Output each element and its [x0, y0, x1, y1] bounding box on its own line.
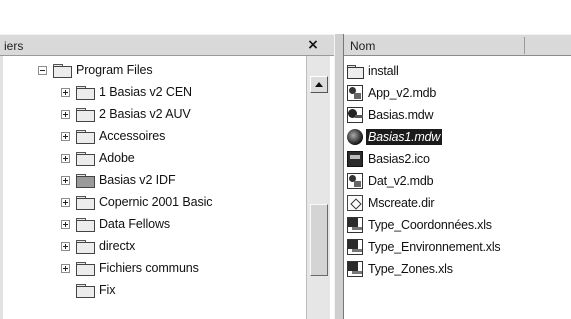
- file-item-label: Type_Environnement.xls: [368, 239, 501, 254]
- tree-item-label: 2 Basias v2 AUV: [99, 107, 191, 121]
- file-item[interactable]: App_v2.mdb: [347, 83, 438, 102]
- column-header-name[interactable]: Nom: [344, 34, 571, 56]
- file-item-selected[interactable]: Basias1.mdw: [347, 127, 443, 146]
- folder-icon: [76, 217, 95, 232]
- tree-item[interactable]: Fichiers communs: [61, 258, 199, 278]
- file-item-label: App_v2.mdb: [368, 85, 437, 100]
- scroll-up-arrow-icon[interactable]: [310, 76, 328, 93]
- excel-icon: [347, 260, 363, 277]
- folder-icon: [76, 239, 95, 254]
- folder-icon: [76, 129, 95, 144]
- tree-item-label: Copernic 2001 Basic: [99, 195, 213, 209]
- column-header-label: Nom: [350, 39, 376, 53]
- folder-pane-title: iers: [4, 39, 24, 53]
- file-item-label: install: [368, 63, 399, 78]
- tree-item-label: Fichiers communs: [99, 261, 199, 275]
- tree-item[interactable]: directx: [61, 236, 135, 256]
- pane-splitter[interactable]: [334, 34, 344, 319]
- folder-icon: [76, 173, 95, 188]
- database-icon: [347, 172, 363, 189]
- folder-icon: [76, 107, 95, 122]
- file-item-label: Mscreate.dir: [368, 195, 435, 210]
- tree-item-label: 1 Basias v2 CEN: [99, 85, 192, 99]
- file-item-label: Dat_v2.mdb: [368, 173, 434, 188]
- folder-tree: Program Files 1 Basias v2 CEN 2 Basias v…: [0, 56, 306, 319]
- close-icon[interactable]: ×: [305, 37, 321, 53]
- file-item[interactable]: Basias.mdw: [347, 105, 435, 124]
- file-item-label: Type_Coordonnées.xls: [368, 217, 492, 232]
- tree-item-label: Fix: [99, 283, 116, 297]
- expand-icon[interactable]: [61, 197, 70, 207]
- globe-icon: [347, 128, 363, 145]
- tree-item[interactable]: Fix: [76, 280, 115, 300]
- top-strip: [0, 0, 571, 34]
- expand-icon[interactable]: [61, 87, 70, 97]
- tree-item-label: Data Fellows: [99, 217, 171, 231]
- tree-item[interactable]: Basias v2 IDF: [61, 170, 176, 190]
- tree-item[interactable]: Accessoires: [61, 126, 165, 146]
- tree-item-label: Accessoires: [99, 129, 166, 143]
- scroll-thumb[interactable]: [310, 204, 328, 276]
- expand-icon[interactable]: [61, 109, 70, 119]
- file-item[interactable]: Type_Coordonnées.xls: [347, 215, 494, 234]
- file-item[interactable]: Basias2.ico: [347, 149, 432, 168]
- file-item[interactable]: Type_Zones.xls: [347, 259, 455, 278]
- database-icon: [347, 84, 363, 101]
- folder-icon: [76, 151, 95, 166]
- expand-icon[interactable]: [61, 175, 70, 185]
- folder-pane-header: iers ×: [0, 34, 334, 56]
- file-item-label: Type_Zones.xls: [368, 261, 453, 276]
- folder-icon: [76, 261, 95, 276]
- expand-icon[interactable]: [61, 219, 70, 229]
- collapse-icon[interactable]: [38, 65, 47, 75]
- file-item[interactable]: Type_Environnement.xls: [347, 237, 502, 256]
- file-item[interactable]: Dat_v2.mdb: [347, 171, 435, 190]
- file-item-label: Basias1.mdw: [366, 128, 443, 145]
- excel-icon: [347, 238, 363, 255]
- folder-pane: iers × Program Files 1 Basias v2 CEN 2 B…: [0, 34, 334, 319]
- file-item[interactable]: install: [347, 61, 401, 80]
- file-pane: Nom install App_v2.mdb Basias.mdw Basias…: [344, 34, 571, 319]
- tree-scrollbar[interactable]: [306, 56, 330, 319]
- image-icon: [347, 150, 363, 167]
- folder-icon: [347, 63, 364, 79]
- file-item-label: Basias2.ico: [368, 151, 430, 166]
- tree-item-program-files[interactable]: Program Files: [38, 60, 153, 80]
- tree-item[interactable]: Adobe: [61, 148, 135, 168]
- expand-icon[interactable]: [61, 131, 70, 141]
- file-item-label: Basias.mdw: [368, 107, 434, 122]
- tree-item[interactable]: Copernic 2001 Basic: [61, 192, 213, 212]
- folder-icon: [76, 85, 95, 100]
- tree-item-label: Adobe: [99, 151, 135, 165]
- key-icon: [347, 106, 363, 123]
- window-edge: [0, 56, 3, 319]
- tree-item-label: Program Files: [76, 63, 153, 77]
- dir-file-icon: [347, 194, 363, 211]
- expand-icon[interactable]: [61, 241, 70, 251]
- expand-icon[interactable]: [61, 263, 70, 273]
- folder-icon: [76, 283, 95, 298]
- folder-icon: [53, 63, 72, 78]
- folder-icon: [76, 195, 95, 210]
- tree-item-label: directx: [99, 239, 136, 253]
- file-item[interactable]: Mscreate.dir: [347, 193, 436, 212]
- tree-item[interactable]: Data Fellows: [61, 214, 170, 234]
- tree-item-label: Basias v2 IDF: [99, 173, 176, 187]
- excel-icon: [347, 216, 363, 233]
- expand-icon[interactable]: [61, 153, 70, 163]
- tree-item[interactable]: 2 Basias v2 AUV: [61, 104, 191, 124]
- column-separator[interactable]: [524, 37, 525, 54]
- tree-item[interactable]: 1 Basias v2 CEN: [61, 82, 192, 102]
